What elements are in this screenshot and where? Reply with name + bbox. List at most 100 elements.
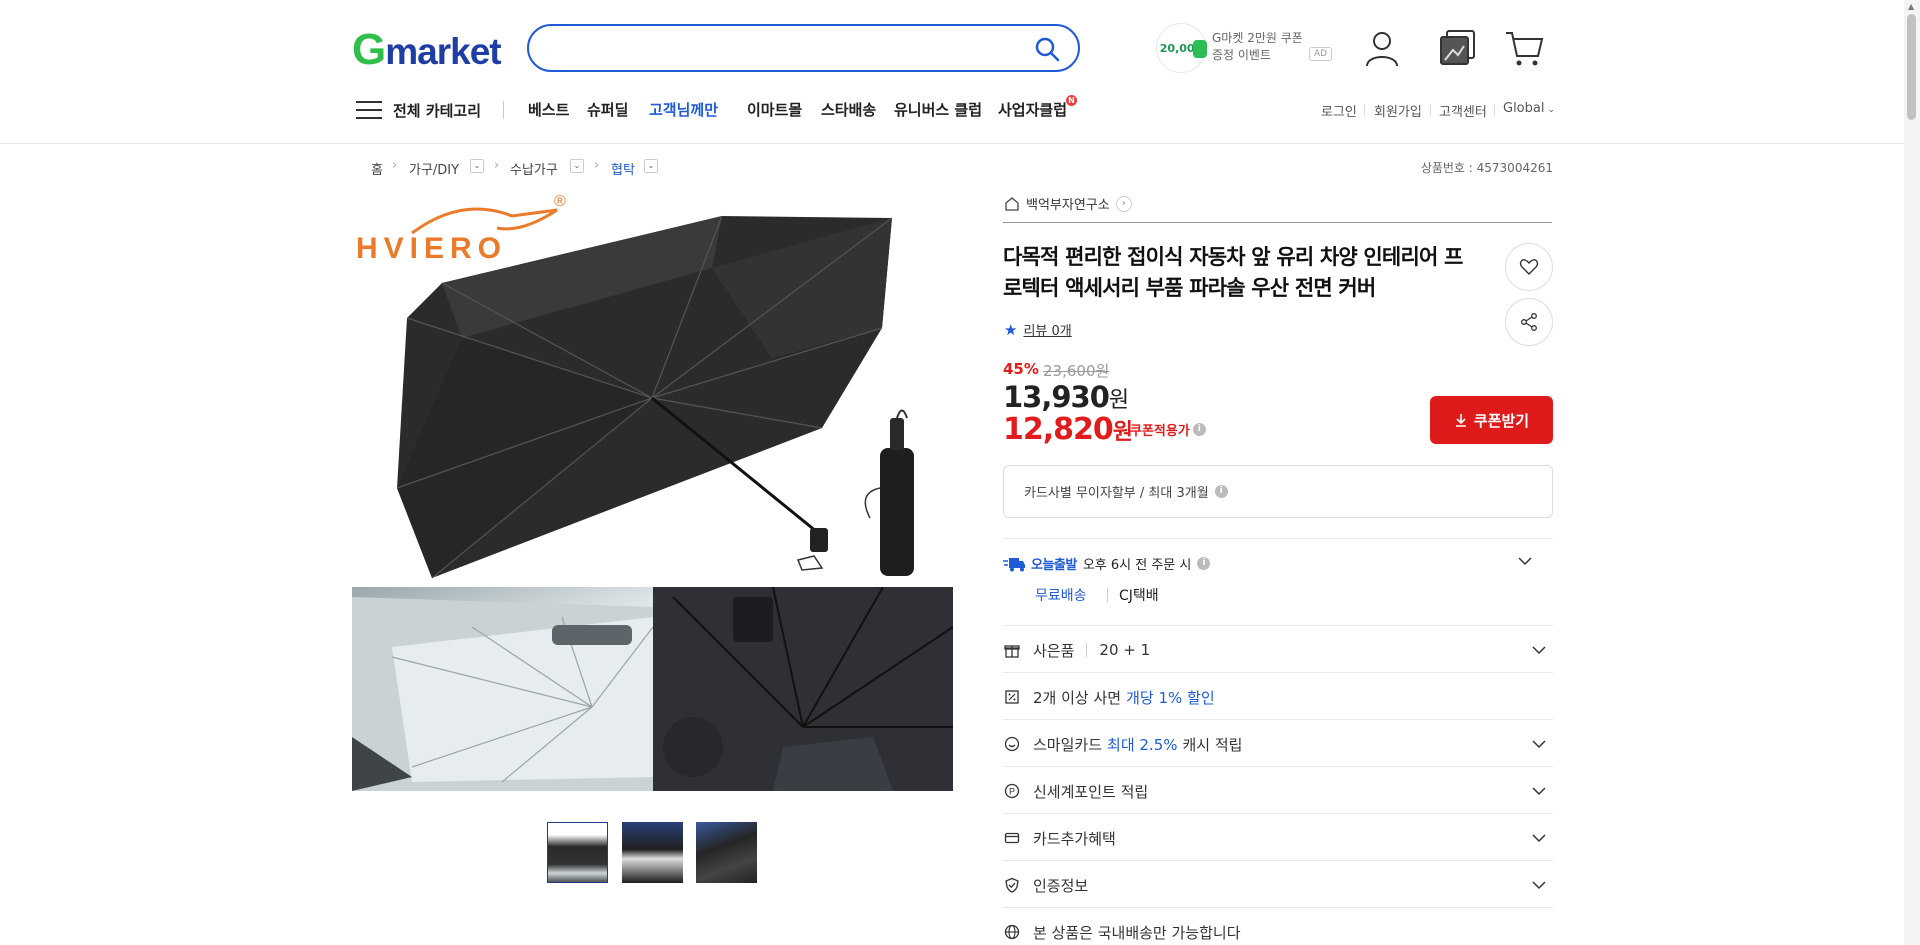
ad-coupon-badge[interactable]: 20,000 — [1156, 23, 1207, 73]
scrollbar-thumb[interactable] — [1907, 14, 1916, 120]
search-icon[interactable] — [1034, 36, 1060, 62]
nav-superdeal[interactable]: 슈퍼딜 — [587, 99, 628, 120]
smile-card-row[interactable]: 스마일카드 최대 2.5% 캐시 적립 — [1003, 734, 1553, 754]
chevron-down-icon[interactable] — [1531, 642, 1547, 658]
point-icon: P — [1003, 782, 1021, 800]
nav-star-delivery[interactable]: 스타배송 — [821, 99, 876, 120]
shield-check-icon — [1003, 876, 1021, 894]
thumbnail-3[interactable] — [696, 822, 757, 883]
row-divider — [1003, 907, 1553, 908]
cart-icon[interactable] — [1504, 28, 1544, 68]
coin-icon — [1193, 40, 1207, 58]
util-divider — [1430, 104, 1431, 116]
all-categories-button[interactable]: 전체 카테고리 — [393, 100, 481, 121]
global-link[interactable]: Global ⌄ — [1503, 101, 1555, 116]
windshield-photo — [352, 597, 653, 791]
chevron-down-icon[interactable] — [1531, 877, 1547, 893]
globe-icon — [1003, 923, 1021, 941]
user-icon[interactable] — [1362, 28, 1402, 68]
certification-row[interactable]: 인증정보 — [1003, 875, 1553, 895]
menu-icon[interactable] — [356, 100, 382, 120]
umbrella-sunshade-image: HVIERO ® — [356, 193, 914, 579]
get-coupon-button[interactable]: 쿠폰받기 — [1430, 396, 1553, 444]
review-link[interactable]: ★ 리뷰 0개 — [1004, 320, 1072, 340]
chevron-down-icon: ⌄ — [1547, 105, 1556, 115]
original-price: 23,600원 — [1043, 362, 1110, 380]
free-shipping: 무료배송 — [1035, 588, 1087, 604]
card-icon — [1003, 829, 1021, 847]
thumbnail-2[interactable] — [622, 822, 683, 883]
util-divider — [1494, 104, 1495, 116]
gift-row[interactable]: 사은품 20 + 1 — [1003, 640, 1553, 660]
interior-photo — [653, 587, 953, 791]
chevron-right-icon: › — [1115, 195, 1132, 212]
home-icon — [1005, 196, 1019, 211]
nav-business-club[interactable]: 사업자클럽 — [998, 95, 1078, 120]
breadcrumb-category-1[interactable]: 가구/DIY — [409, 159, 459, 178]
truck-icon — [1003, 557, 1025, 571]
chevron-down-icon[interactable] — [1531, 830, 1547, 846]
product-number: 상품번호 : 4573004261 — [1420, 161, 1553, 175]
chevron-down-icon[interactable]: ⌄ — [570, 159, 584, 173]
ad-banner-text[interactable]: G마켓 2만원 쿠폰 증정 이벤트 — [1212, 30, 1303, 64]
header-divider — [0, 143, 1920, 144]
smile-icon — [1003, 735, 1021, 753]
product-title: 다목적 편리한 접이식 자동차 앞 유리 차양 인테리어 프로텍터 액세서리 부… — [1003, 245, 1463, 300]
nav-emart-mall[interactable]: 이마트몰 — [747, 99, 802, 120]
windshield-front-image[interactable] — [352, 587, 653, 791]
breadcrumb-category-3[interactable]: 협탁 — [611, 159, 635, 178]
row-divider — [1003, 813, 1553, 814]
chevron-right-icon: › — [494, 158, 500, 173]
seller-divider — [1003, 222, 1552, 223]
info-icon[interactable]: i — [1192, 423, 1206, 436]
thumbnail-1[interactable] — [547, 822, 608, 883]
nav-universe-club[interactable]: 유니버스 클럽 — [894, 99, 982, 120]
wishlist-button[interactable] — [1505, 243, 1553, 291]
row-divider — [1003, 860, 1553, 861]
customer-center-link[interactable]: 고객센터 — [1439, 101, 1487, 120]
svg-text:®: ® — [554, 193, 566, 210]
windshield-interior-image[interactable] — [653, 587, 953, 791]
main-product-image[interactable]: HVIERO ® — [352, 188, 952, 586]
scrollbar-track[interactable] — [1904, 0, 1920, 945]
scroll-up-arrow-icon[interactable]: ▲ — [1908, 2, 1914, 11]
shinsegae-point-row[interactable]: P 신세계포인트 적립 — [1003, 781, 1553, 801]
share-button[interactable] — [1505, 298, 1553, 346]
breadcrumb-home[interactable]: 홈 — [371, 159, 383, 178]
domestic-shipping-row: 본 상품은 국내배송만 가능합니다 — [1003, 922, 1553, 942]
chevron-down-icon[interactable] — [1517, 553, 1533, 569]
card-benefit-row[interactable]: 카드추가혜택 — [1003, 828, 1553, 848]
brand-logo: HVIERO — [356, 232, 507, 265]
login-link[interactable]: 로그인 — [1321, 101, 1357, 120]
util-divider — [1364, 104, 1365, 116]
coupon-applied-label[interactable]: 쿠폰적용가 i — [1130, 420, 1206, 439]
recent-view-icon[interactable] — [1438, 28, 1478, 68]
chevron-down-icon[interactable] — [1531, 736, 1547, 752]
search-field[interactable] — [549, 36, 1019, 60]
shipping-divider — [1107, 588, 1108, 602]
divider — [1086, 643, 1088, 657]
signup-link[interactable]: 회원가입 — [1374, 101, 1422, 120]
nav-for-you[interactable]: 고객님께만 — [649, 99, 718, 120]
installment-info[interactable]: 카드사별 무이자할부 / 최대 3개월 i — [1003, 465, 1553, 518]
nav-divider — [503, 101, 504, 119]
discount-icon — [1003, 688, 1021, 706]
seller-name: 백억부자연구소 — [1026, 198, 1110, 213]
breadcrumb-category-2[interactable]: 수납가구 — [510, 159, 558, 178]
sale-price: 13,930원 — [1003, 380, 1129, 414]
info-icon[interactable]: i — [1214, 485, 1228, 498]
seller-link[interactable]: 백억부자연구소 › — [1004, 194, 1132, 213]
shipping-company: CJ택배 — [1119, 588, 1159, 604]
discount-rate: 45% — [1003, 360, 1039, 378]
chevron-down-icon[interactable]: ⌄ — [644, 159, 658, 173]
chevron-down-icon[interactable]: ⌄ — [470, 159, 484, 173]
gmarket-logo[interactable]: Gmarket — [352, 28, 502, 74]
share-icon — [1521, 313, 1537, 331]
download-icon — [1455, 414, 1466, 427]
nav-best[interactable]: 베스트 — [528, 99, 569, 120]
search-input[interactable] — [527, 24, 1080, 72]
info-icon[interactable]: i — [1197, 557, 1211, 570]
heart-icon — [1519, 259, 1539, 275]
row-divider — [1003, 766, 1553, 767]
chevron-down-icon[interactable] — [1531, 783, 1547, 799]
